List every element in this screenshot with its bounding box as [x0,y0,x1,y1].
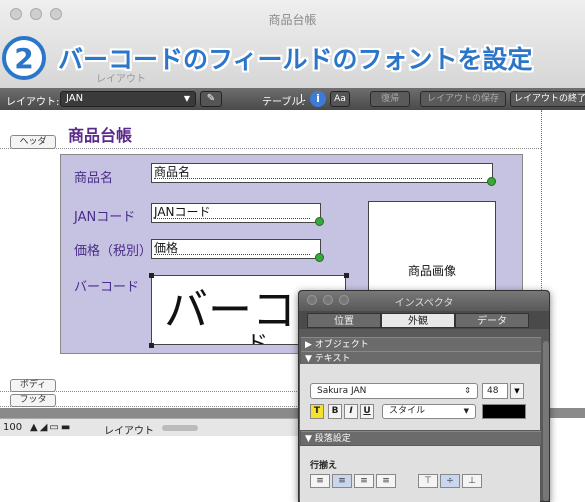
section-object[interactable]: ▶ オブジェクト [301,337,541,351]
info-icon[interactable]: i [310,91,326,107]
table-value: J. [300,93,307,104]
field-label-jan[interactable]: JANコード [74,206,135,225]
alignment-label: 行揃え [310,461,338,471]
revert-button[interactable]: 復帰 [370,91,410,107]
page-title[interactable]: 商品台帳 [68,122,132,146]
style-select[interactable]: スタイル ▼ [382,404,476,419]
italic-button[interactable]: I [344,404,358,419]
status-toggle[interactable] [162,425,198,431]
align-center-icon[interactable]: ≡ [332,474,352,488]
status-bar: 100 ▲◢▭▬ レイアウト [0,418,300,437]
style-select-value: スタイル [389,406,426,416]
baseline-guide [154,254,310,255]
mode-label[interactable]: レイアウト [104,422,154,437]
tab-position[interactable]: 位置 [307,313,381,328]
valign-bottom-icon[interactable]: ⊥ [462,474,482,488]
table-label: テーブル: [262,97,305,108]
font-select-value: Sakura JAN [317,386,367,396]
baseline-guide [154,218,310,219]
resize-handle[interactable] [149,343,154,348]
chevron-down-icon: ▼ [183,94,190,103]
field-label-barcode[interactable]: バーコード [74,276,139,295]
window-title: 商品台帳 [268,13,317,27]
section-paragraph[interactable]: ▼ 段落設定 [301,431,541,445]
field-handle-icon[interactable] [315,217,324,226]
exit-layout-button[interactable]: レイアウトの終了 [510,91,585,107]
header-part-tab[interactable]: ヘッダ [10,135,56,149]
chevron-down-icon: ▼ [463,407,469,415]
tab-appearance[interactable]: 外観 [381,313,455,328]
tab-data[interactable]: データ [455,313,529,328]
chevron-down-icon[interactable]: ▼ [510,383,524,399]
field-handle-icon[interactable] [487,177,496,186]
valign-middle-icon[interactable]: ÷ [440,474,460,488]
jan-field-value: JANコード [154,205,211,219]
pen-icon[interactable]: ✎ [200,91,222,107]
stepper-icon: ⇕ [464,386,471,395]
barcode-field-value: バーコ [164,285,296,336]
baseline-guide [154,178,482,179]
text-color-highlight-button[interactable]: T [310,404,324,419]
layout-select-value: JAN [66,93,84,104]
zoom-level[interactable]: 100 [3,422,22,433]
text-color-swatch[interactable] [482,404,526,419]
section-text[interactable]: ▼ テキスト [301,351,541,365]
underline-button[interactable]: U [360,404,374,419]
price-field[interactable]: 価格 [151,239,324,262]
align-right-icon[interactable]: ≡ [354,474,374,488]
resize-handle[interactable] [149,273,154,278]
valign-top-icon[interactable]: ⊤ [418,474,438,488]
price-field-value: 価格 [154,241,179,255]
inspector-tabs: 位置 外観 データ [299,311,549,329]
inspector-scrollbar[interactable] [543,341,549,501]
view-toggle-icons[interactable]: ▲◢▭▬ [30,422,72,433]
field-names-toggle[interactable]: Aa [330,91,350,107]
align-left-icon[interactable]: ≡ [310,474,330,488]
product-image-label: 商品画像 [407,264,456,278]
product-name-field[interactable]: 商品名 [151,163,496,186]
font-size-field[interactable]: 48 [482,383,508,399]
layout-toolbar: レイアウト: JAN ▼ ✎ テーブル: J. i Aa 復帰 レイアウトの保存… [0,88,585,110]
jan-field[interactable]: JANコード [151,203,324,226]
field-label-price[interactable]: 価格（税別） [74,240,152,259]
annotation-caption: バーコードのフィールドのフォントを設定 [58,45,533,74]
layout-select[interactable]: JAN ▼ [60,91,196,107]
inspector-title: インスペクタ [394,298,454,309]
header-divider [0,148,541,149]
product-name-field-value: 商品名 [154,165,191,179]
step-number-badge: 2 [2,36,46,80]
resize-handle[interactable] [344,273,349,278]
barcode-field-overflow: ド [246,332,269,345]
field-label-product-name[interactable]: 商品名 [74,167,113,186]
field-handle-icon[interactable] [315,253,324,262]
layout-label: レイアウト: [6,97,60,108]
font-select[interactable]: Sakura JAN ⇕ [310,383,478,399]
align-justify-icon[interactable]: ≡ [376,474,396,488]
bold-button[interactable]: B [328,404,342,419]
save-layout-button[interactable]: レイアウトの保存 [420,91,506,107]
